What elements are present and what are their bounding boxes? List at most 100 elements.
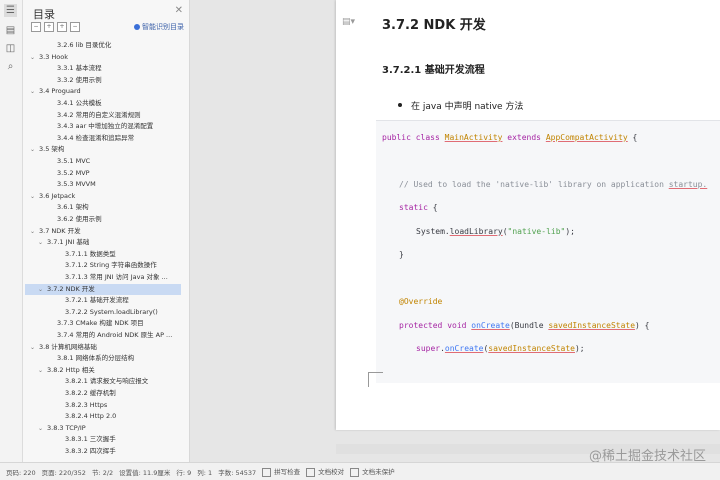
- status-section[interactable]: 节: 2/2: [92, 467, 113, 477]
- toc-item[interactable]: 3.6.1 架构: [57, 202, 89, 213]
- smart-toc-button[interactable]: 智能识别目录: [134, 22, 184, 32]
- toc-item[interactable]: ⌄ 3.8 计算机网络基础: [30, 342, 97, 353]
- toc-item[interactable]: 3.7.2.2 System.loadLibrary(): [65, 307, 158, 318]
- toc-item[interactable]: 3.7.1.3 常用 JNI 访问 Java 对象 ...: [65, 272, 168, 283]
- chevron-down-icon[interactable]: ⌄: [30, 86, 39, 97]
- chevron-down-icon[interactable]: ⌄: [38, 365, 47, 376]
- toc-item[interactable]: ⌄ 3.6 Jetpack: [30, 191, 75, 202]
- toc-item[interactable]: ⌄ 3.8.3 TCP/IP: [38, 423, 86, 434]
- code-line: super.onCreate(savedInstanceState);: [416, 344, 585, 353]
- collapse-all-icon[interactable]: −: [31, 22, 41, 32]
- toc-item-label: 3.7.4 常用的 Android NDK 原生 AP ...: [57, 331, 173, 339]
- close-icon[interactable]: ✕: [175, 5, 183, 16]
- toc-item[interactable]: 3.7.3 CMake 构建 NDK 项目: [57, 318, 144, 329]
- toc-item[interactable]: 3.8.2.4 Http 2.0: [65, 411, 116, 422]
- code-token: (Bundle: [509, 321, 549, 330]
- toc-item[interactable]: 3.5.2 MVP: [57, 168, 90, 179]
- toc-item-label: 3.2.6 lib 目录优化: [57, 41, 112, 49]
- toc-item[interactable]: ⌄ 3.7.1 JNI 基础: [38, 237, 89, 248]
- toc-item-label: 3.8.2.1 请求报文与响应报文: [65, 377, 149, 386]
- toc-item[interactable]: 3.6.2 使用示例: [57, 214, 102, 225]
- toc-item-label: 3.5.3 MVVM: [57, 180, 96, 189]
- toc-item-label: 3.4.3 aar 中增加独立的混淆配置: [57, 122, 154, 131]
- code-token: void: [447, 321, 467, 330]
- chevron-down-icon[interactable]: ⌄: [30, 52, 39, 63]
- toc-item-label: 3.3.2 使用示例: [57, 75, 102, 84]
- status-bar: 页码: 220 页面: 220/352 节: 2/2 设置值: 11.9厘米 行…: [0, 462, 720, 480]
- toc-item[interactable]: 3.5.1 MVC: [57, 156, 90, 167]
- toc-item[interactable]: ⌄ 3.4 Proguard: [30, 86, 81, 97]
- proofread-button[interactable]: 文档校对: [306, 466, 344, 477]
- search-icon[interactable]: ⌕: [4, 60, 17, 73]
- status-page[interactable]: 页码: 220: [6, 467, 36, 477]
- status-words[interactable]: 字数: 54537: [218, 467, 256, 477]
- toc-item-label: 3.8.2 Http 相关: [47, 365, 95, 374]
- toc-delete-icon[interactable]: −: [70, 22, 80, 32]
- code-token: @Override: [399, 297, 443, 306]
- code-token: {: [627, 133, 638, 142]
- page-corner-mark: [368, 372, 383, 387]
- toc-item[interactable]: ⌄ 3.7.2 NDK 开发: [25, 283, 181, 295]
- toc-item[interactable]: 3.2.6 lib 目录优化: [57, 40, 111, 51]
- toc-item[interactable]: 3.4.3 aar 中增加独立的混淆配置: [57, 121, 153, 132]
- toc-item[interactable]: 3.3.1 基本流程: [57, 63, 102, 74]
- status-setting[interactable]: 设置值: 11.9厘米: [119, 467, 170, 477]
- toc-item[interactable]: 3.7.4 常用的 Android NDK 原生 AP ...: [57, 330, 172, 341]
- toc-item[interactable]: 3.8.2.2 缓存机制: [65, 388, 116, 399]
- toc-item[interactable]: 3.4.1 公共模板: [57, 98, 102, 109]
- page-subheading: 3.7.2.1 基础开发流程: [382, 65, 485, 76]
- toc-item[interactable]: 3.8.1 网络体系的分层结构: [57, 353, 134, 364]
- toc-item-label: 3.7.2.2 System.loadLibrary(): [65, 307, 158, 316]
- code-token: MainActivity: [444, 133, 503, 142]
- toc-panel: 目录 ✕ − + + − 智能识别目录 3.2.6 lib 目录优化 ⌄ 3.3 H…: [23, 0, 190, 462]
- bookmark-icon[interactable]: ◫: [4, 42, 17, 55]
- toc-panel-icon[interactable]: ☰: [4, 4, 17, 17]
- toc-item[interactable]: ⌄ 3.7 NDK 开发: [30, 226, 81, 237]
- code-token: );: [565, 227, 575, 236]
- toc-item-label: 3.7.2.1 基础开发流程: [65, 296, 129, 305]
- page-thumbnail-icon[interactable]: ▤: [4, 24, 17, 37]
- toc-item[interactable]: 3.7.1.2 String 字符串函数操作: [65, 260, 157, 271]
- toc-item-label: 3.4.1 公共模板: [57, 99, 102, 107]
- chevron-down-icon[interactable]: ⌄: [30, 342, 39, 353]
- toc-item[interactable]: 3.7.2.1 基础开发流程: [65, 295, 129, 306]
- code-token: protected: [399, 321, 443, 330]
- expand-all-icon[interactable]: +: [44, 22, 54, 32]
- toc-item[interactable]: 3.8.2.1 请求报文与响应报文: [65, 376, 148, 387]
- toc-item[interactable]: 3.4.2 常用的自定义混淆规则: [57, 110, 141, 121]
- document-page: ▤▾ 3.7.2 NDK 开发 3.7.2.1 基础开发流程 在 java 中声…: [336, 0, 720, 430]
- chevron-down-icon[interactable]: ⌄: [30, 226, 39, 237]
- toc-item[interactable]: 3.4.4 检查混淆和追踪异常: [57, 133, 134, 144]
- toc-add-icon[interactable]: +: [57, 22, 67, 32]
- chevron-down-icon[interactable]: ⌄: [38, 284, 47, 295]
- chevron-down-icon[interactable]: ⌄: [38, 423, 47, 434]
- toc-item-label: 3.8 计算机网络基础: [39, 342, 97, 351]
- toc-item-label: 3.8.2.4 Http 2.0: [65, 412, 117, 421]
- spell-check-button[interactable]: 拼写检查: [262, 466, 300, 477]
- toc-item[interactable]: 3.8.3.2 四次挥手: [65, 446, 116, 457]
- code-token: AppCompatActivity: [545, 133, 628, 142]
- toc-item[interactable]: 3.7.1.1 数据类型: [65, 249, 116, 260]
- toc-item[interactable]: 3.8.3.1 三次握手: [65, 434, 116, 445]
- chevron-down-icon[interactable]: ⌄: [30, 191, 39, 202]
- toc-item-label: 3.4.4 检查混淆和追踪异常: [57, 133, 135, 142]
- code-token: {: [427, 203, 438, 212]
- toc-item[interactable]: 3.5.3 MVVM: [57, 179, 96, 190]
- toc-item-label: 3.6.2 使用示例: [57, 215, 102, 223]
- document-gutter: [190, 0, 336, 462]
- chevron-down-icon[interactable]: ⌄: [30, 144, 39, 155]
- toc-item-label: 3.7.1 JNI 基础: [47, 238, 90, 247]
- paragraph-handle-icon[interactable]: ▤▾: [342, 17, 355, 27]
- code-token: public: [382, 133, 411, 142]
- toc-item[interactable]: 3.8.2.3 Https: [65, 400, 107, 411]
- chevron-down-icon[interactable]: ⌄: [38, 237, 47, 248]
- toc-item[interactable]: 3.3.2 使用示例: [57, 75, 102, 86]
- toc-item[interactable]: ⌄ 3.8.2 Http 相关: [38, 365, 95, 376]
- toc-item[interactable]: ⌄ 3.5 架构: [30, 144, 64, 155]
- status-row[interactable]: 行: 9: [176, 467, 191, 477]
- protect-button[interactable]: 文档未保护: [350, 466, 395, 477]
- toc-item[interactable]: ⌄ 3.3 Hook: [30, 52, 68, 63]
- status-pages[interactable]: 页面: 220/352: [42, 467, 86, 477]
- status-col[interactable]: 列: 1: [197, 467, 212, 477]
- bullet-text: 在 java 中声明 native 方法: [411, 102, 524, 112]
